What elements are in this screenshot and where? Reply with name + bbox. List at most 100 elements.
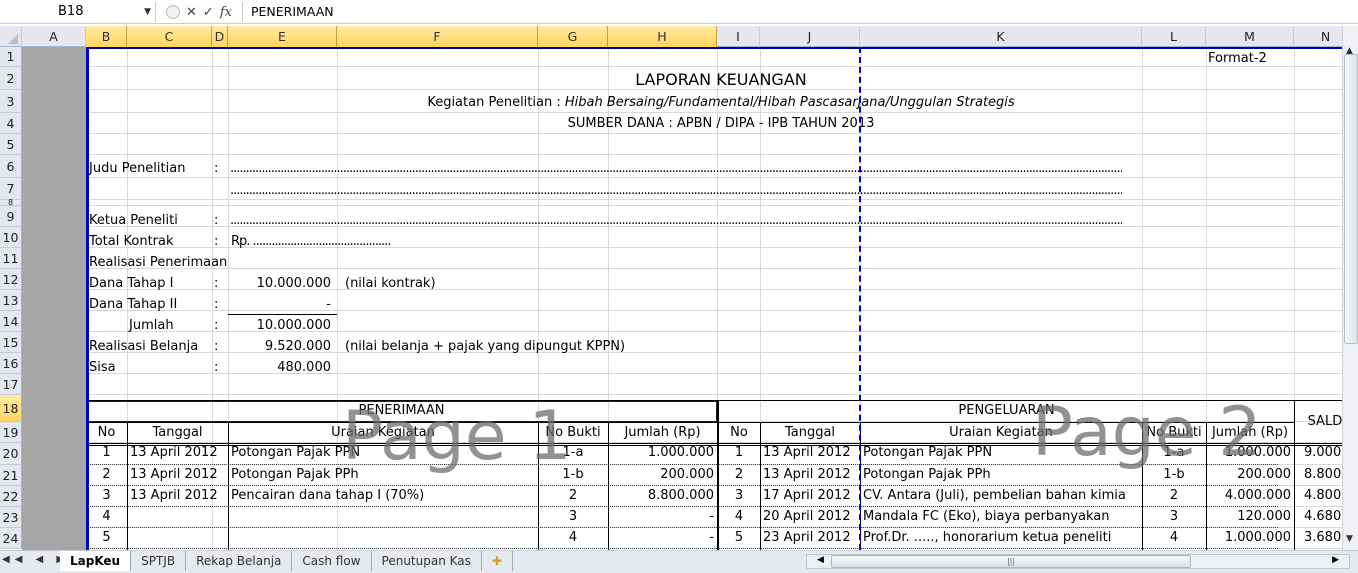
worksheet-grid[interactable]: Format-2 LAPORAN KEUANGAN Kegiatan Penel… — [22, 47, 1342, 550]
row-header-20[interactable]: 20 — [0, 443, 22, 465]
col-header-b[interactable]: B — [86, 26, 127, 47]
insert-function-icon[interactable]: fx — [220, 5, 232, 20]
scroll-down-icon[interactable]: ▼ — [1346, 534, 1353, 544]
row-header-1[interactable]: 1 — [0, 47, 22, 67]
subtitle-value: Hibah Bersaing/Fundamental/Hibah Pascasa… — [564, 95, 1015, 110]
confirm-icon[interactable]: ✓ — [203, 5, 214, 20]
table-cell: 9.000.000 — [1304, 445, 1342, 460]
scroll-right-icon[interactable]: ▶ — [1332, 555, 1339, 565]
vertical-scroll-thumb[interactable] — [1344, 54, 1358, 344]
name-box[interactable]: B18 ▼ — [0, 2, 156, 22]
expand-handle-icon[interactable] — [166, 5, 180, 19]
row-header-9[interactable]: 9 — [0, 206, 22, 227]
judul-value-2[interactable]: ........................................… — [230, 181, 1122, 201]
formula-input[interactable]: PENERIMAAN — [242, 2, 1346, 22]
table-cell: 20 April 2012 — [763, 509, 851, 524]
row-header-21[interactable]: 21 — [0, 465, 22, 486]
row-header-12[interactable]: 12 — [0, 269, 22, 290]
judul-value[interactable]: ........................................… — [230, 159, 1122, 179]
print-area-left-border — [86, 47, 89, 550]
tahap2-label: Dana Tahap II — [89, 297, 178, 312]
col-header-f[interactable]: F — [337, 26, 538, 47]
funding-source: SUMBER DANA : APBN / DIPA - IPB TAHUN 20… — [567, 116, 875, 131]
cancel-icon[interactable]: ✕ — [186, 5, 197, 20]
col-header-d[interactable]: D — [212, 26, 228, 47]
table-cell: 17 April 2012 — [763, 488, 851, 503]
sheet-tab-lapkeu[interactable]: LapKeu — [60, 551, 132, 571]
table-cell: 3 — [734, 488, 744, 503]
table-cell — [130, 507, 225, 527]
column-header: Jumlah (Rp) — [624, 425, 701, 440]
table-cell: - — [709, 530, 714, 545]
select-all-button[interactable] — [0, 26, 22, 47]
tahap2-value[interactable]: - — [228, 295, 331, 315]
vertical-scrollbar[interactable]: ▲ ▼ — [1342, 26, 1358, 550]
insert-sheet-icon[interactable]: ✚ — [482, 551, 513, 571]
row-header-5[interactable]: 5 — [0, 134, 22, 155]
col-header-l[interactable]: L — [1142, 26, 1206, 47]
col-header-k[interactable]: K — [860, 26, 1142, 47]
table-cell: 23 April 2012 — [763, 530, 851, 545]
col-header-e[interactable]: E — [228, 26, 337, 47]
sheet-tab-cash-flow[interactable]: Cash flow — [292, 551, 372, 571]
col-header-i[interactable]: I — [717, 26, 760, 47]
column-a-shaded — [22, 47, 86, 550]
table-cell — [130, 528, 225, 548]
table-cell: 13 April 2012 — [130, 488, 218, 503]
sheet-tab-rekap-belanja[interactable]: Rekap Belanja — [186, 551, 293, 571]
col-header-g[interactable]: G — [538, 26, 608, 47]
belanja-label: Realisasi Belanja — [89, 339, 199, 354]
chevron-down-icon[interactable]: ▼ — [144, 2, 151, 22]
col-header-m[interactable]: M — [1206, 26, 1294, 47]
sheet-tab-bar: ◀◀ ◀ ▶ ▶▶ LapKeu SPTJB Rekap Belanja Cash f… — [0, 550, 1358, 573]
colon: : — [214, 234, 219, 249]
col-header-a[interactable]: A — [22, 26, 86, 47]
table-cell: Potongan Pajak PPh — [863, 467, 991, 482]
sisa-value[interactable]: 480.000 — [228, 358, 331, 378]
row-header-15[interactable]: 15 — [0, 332, 22, 353]
row-header-13[interactable]: 13 — [0, 290, 22, 311]
sheet-tab-sptjb[interactable]: SPTJB — [131, 551, 187, 571]
table-cell: 4 — [568, 530, 578, 545]
kontrak-value[interactable]: Rp. ....................................… — [231, 232, 391, 252]
jumlah-label: Jumlah — [129, 318, 174, 333]
row-header-11[interactable]: 11 — [0, 248, 22, 269]
col-header-h[interactable]: H — [608, 26, 717, 47]
row-divider — [718, 548, 1278, 549]
column-headers: A B C D E F G H I J K L M N — [0, 26, 1358, 47]
tahap1-value[interactable]: 10.000.000 — [228, 274, 331, 294]
table-column-border — [127, 422, 128, 550]
horizontal-scrollbar[interactable]: ◀ ||| ▶ — [806, 554, 1350, 569]
col-header-c[interactable]: C — [127, 26, 212, 47]
row-header-7[interactable]: 7 — [0, 178, 22, 200]
row-header-24[interactable]: 24 — [0, 528, 22, 549]
print-area-top-border — [86, 47, 1342, 49]
ketua-value[interactable]: ........................................… — [230, 211, 1122, 231]
jumlah-value[interactable]: 10.000.000 — [228, 316, 331, 336]
row-header-4[interactable]: 4 — [0, 113, 22, 134]
row-header-6[interactable]: 6 — [0, 155, 22, 178]
row-header-23[interactable]: 23 — [0, 507, 22, 528]
scroll-left-icon[interactable]: ◀ — [817, 555, 824, 565]
table-cell: 120.000 — [1237, 509, 1291, 524]
table-cell: Potongan Pajak PPh — [231, 467, 359, 482]
row-header-17[interactable]: 17 — [0, 374, 22, 395]
gridline-horizontal — [86, 394, 1342, 395]
table-cell: 5 — [734, 530, 744, 545]
row-header-2[interactable]: 2 — [0, 67, 22, 90]
belanja-note: (nilai belanja + pajak yang dipungut KPP… — [345, 339, 626, 354]
table-cell: 1-b — [562, 467, 584, 482]
row-header-18[interactable]: 18 — [0, 395, 22, 422]
sheet-tab-penutupan-kas[interactable]: Penutupan Kas — [372, 551, 482, 571]
belanja-value[interactable]: 9.520.000 — [228, 337, 331, 357]
colon: : — [214, 213, 219, 228]
row-header-16[interactable]: 16 — [0, 353, 22, 374]
row-header-19[interactable]: 19 — [0, 422, 22, 443]
row-header-10[interactable]: 10 — [0, 227, 22, 248]
row-header-22[interactable]: 22 — [0, 486, 22, 507]
table-cell: 200.000 — [660, 467, 714, 482]
row-header-3[interactable]: 3 — [0, 90, 22, 113]
horizontal-scroll-thumb[interactable]: ||| — [831, 555, 1191, 568]
row-header-14[interactable]: 14 — [0, 311, 22, 332]
col-header-j[interactable]: J — [760, 26, 860, 47]
